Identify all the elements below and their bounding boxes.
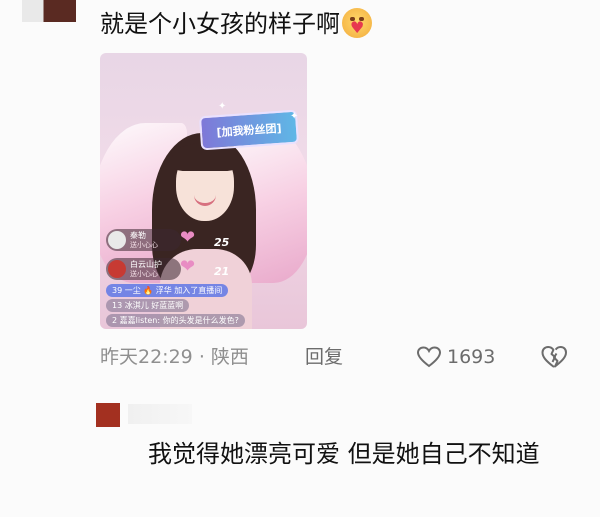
livestream-screenshot[interactable]: [加我粉丝团] ✦ ✦ 秦勒 送小心心 ❤ 25 白云山护 送小心心 ❤ 21 … xyxy=(100,53,307,329)
gift-description: 送小心心 xyxy=(130,241,158,249)
comment-text: 就是个小女孩的样子啊 xyxy=(100,10,340,38)
chat-message: 2 嘉嘉listen: 你的头发是什么发色? xyxy=(106,314,245,327)
heart-outline-icon xyxy=(417,346,441,368)
heart-gift-icon: ❤ xyxy=(180,227,196,248)
replier-name-redacted xyxy=(128,404,192,424)
commenter-avatar[interactable] xyxy=(22,0,76,22)
like-button[interactable]: 1693 xyxy=(417,340,495,374)
heart-face-emoji-icon: ♥ xyxy=(342,8,372,38)
gift-count: 21 xyxy=(214,265,230,278)
meta-separator: · xyxy=(198,346,205,368)
reply-text: 我觉得她漂亮可爱 但是她自己不知道 xyxy=(148,440,540,468)
sparkle-icon: ✦ xyxy=(218,101,227,112)
comment-meta: 昨天22:29 · 陕西 xyxy=(100,340,249,374)
gift-banner: 白云山护 送小心心 xyxy=(106,258,181,280)
broken-heart-icon xyxy=(541,346,567,368)
gift-banner: 秦勒 送小心心 xyxy=(106,229,181,251)
fan-club-crown: [加我粉丝团] xyxy=(198,109,300,151)
reply-button[interactable]: 回复 xyxy=(305,340,343,374)
gift-count: 25 xyxy=(214,236,230,249)
comment-body: 就是个小女孩的样子啊 ♥ xyxy=(100,8,372,40)
comment-location: 陕西 xyxy=(210,346,249,368)
gifter-avatar xyxy=(108,231,126,249)
gift-description: 送小心心 xyxy=(130,270,158,278)
chat-message: 13 冰淇儿 好蓝蓝啊 xyxy=(106,299,190,312)
chat-message: 39 一尘 🔥 浮华 加入了直播间 xyxy=(106,284,229,297)
crown-text: [加我粉丝团] xyxy=(216,121,282,140)
replier-avatar[interactable] xyxy=(96,403,120,427)
comment-time: 昨天22:29 xyxy=(100,346,193,368)
heart-gift-icon: ❤ xyxy=(180,256,196,277)
like-count: 1693 xyxy=(447,346,496,368)
sparkle-icon: ✦ xyxy=(290,111,299,122)
gifter-avatar xyxy=(108,260,126,278)
dislike-button[interactable] xyxy=(541,345,567,373)
